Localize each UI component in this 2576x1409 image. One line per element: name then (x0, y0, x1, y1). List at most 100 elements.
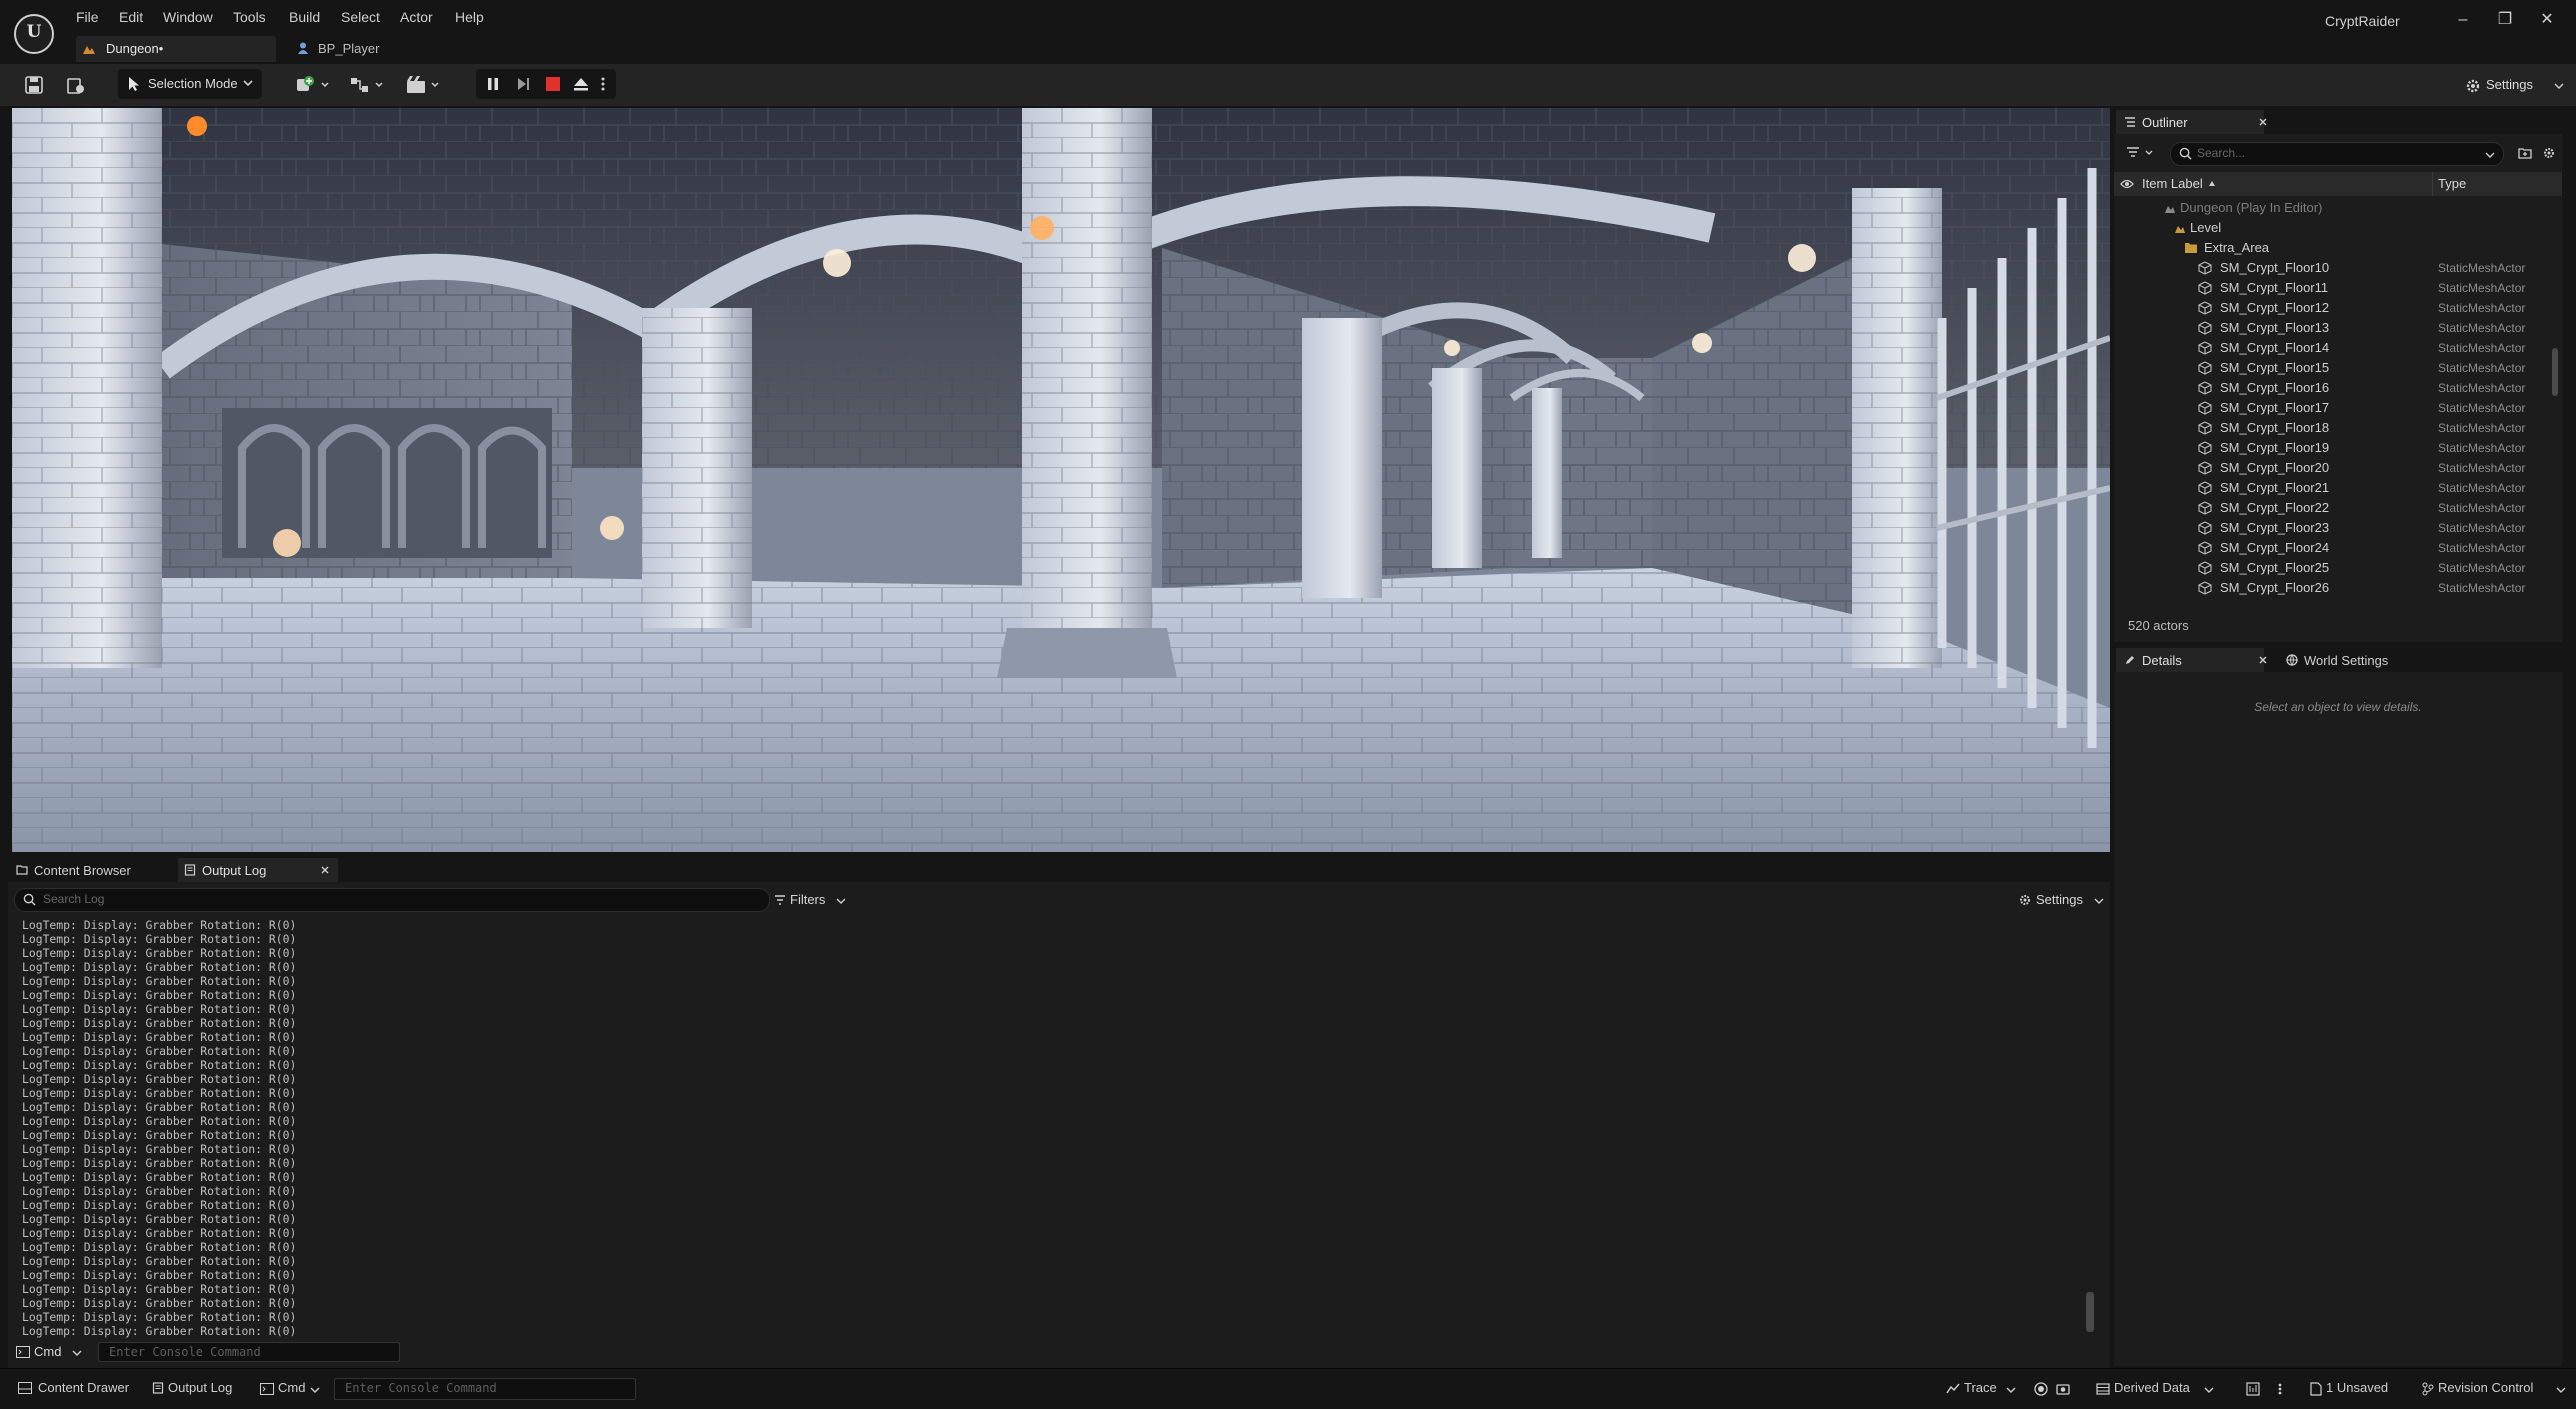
chevron-down-icon (2204, 1387, 2214, 1393)
more-options-icon[interactable] (2276, 1382, 2284, 1396)
console-command-input[interactable]: Enter Console Command (334, 1378, 636, 1400)
log-search-input[interactable]: Search Log (14, 888, 770, 912)
tree-item-world[interactable]: Dungeon (Play In Editor) (2114, 198, 2562, 218)
actor-type: StaticMeshActor (2438, 301, 2526, 315)
eye-icon[interactable] (2120, 178, 2134, 190)
log-line: LogTemp: Display: Grabber Rotation: R(0) (22, 1310, 297, 1324)
source-control-icon[interactable] (64, 73, 88, 97)
add-actor-icon[interactable] (294, 73, 334, 97)
actor-row[interactable]: SM_Crypt_Floor23 StaticMeshActor (2114, 518, 2562, 538)
gear-icon[interactable] (2542, 146, 2556, 160)
actor-row[interactable]: SM_Crypt_Floor13 StaticMeshActor (2114, 318, 2562, 338)
actor-row[interactable]: SM_Crypt_Floor14 StaticMeshActor (2114, 338, 2562, 358)
close-icon[interactable] (2258, 655, 2268, 665)
content-drawer-button[interactable]: Content Drawer (10, 1369, 130, 1409)
record-icon[interactable] (2034, 1382, 2048, 1396)
tab-world-settings[interactable]: World Settings (2280, 648, 2430, 672)
new-folder-icon[interactable] (2518, 146, 2532, 160)
tree-item-folder[interactable]: Extra_Area (2114, 238, 2562, 258)
unreal-logo-icon[interactable]: U (14, 14, 54, 54)
tab-details[interactable]: Details (2116, 648, 2267, 672)
cmd-dropdown[interactable]: Cmd (14, 1342, 86, 1362)
doc-tab-dungeon[interactable]: Dungeon• (76, 36, 276, 62)
actor-row[interactable]: SM_Crypt_Floor16 StaticMeshActor (2114, 378, 2562, 398)
chevron-down-icon (2556, 1387, 2566, 1393)
actor-row[interactable]: SM_Crypt_Floor19 StaticMeshActor (2114, 438, 2562, 458)
eject-icon[interactable] (572, 75, 590, 93)
menu-help[interactable]: Help (455, 9, 484, 25)
console-command-input[interactable]: Enter Console Command (98, 1342, 400, 1362)
actor-row[interactable]: SM_Crypt_Floor18 StaticMeshActor (2114, 418, 2562, 438)
cmd-dropdown[interactable]: Cmd (256, 1369, 326, 1409)
revision-control-dropdown[interactable]: Revision Control (2420, 1369, 2570, 1409)
actor-row[interactable]: SM_Crypt_Floor22 StaticMeshActor (2114, 498, 2562, 518)
minimize-icon[interactable]: – (2448, 6, 2478, 34)
level-icon (83, 46, 95, 54)
actor-row[interactable]: SM_Crypt_Floor15 StaticMeshActor (2114, 358, 2562, 378)
close-icon[interactable] (320, 865, 330, 875)
menu-actor[interactable]: Actor (400, 9, 433, 25)
menu-select[interactable]: Select (341, 9, 380, 25)
menu-file[interactable]: File (76, 9, 99, 25)
tab-outliner[interactable]: Outliner (2116, 110, 2267, 134)
log-line: LogTemp: Display: Grabber Rotation: R(0) (22, 1058, 297, 1072)
column-item-label[interactable]: Item Label (2142, 176, 2203, 191)
pause-icon[interactable] (484, 75, 502, 93)
more-options-icon[interactable] (598, 75, 608, 93)
close-window-icon[interactable]: ✕ (2532, 6, 2562, 34)
status-bar: Content Drawer Output Log Cmd Enter Cons… (0, 1368, 2576, 1409)
actor-row[interactable]: SM_Crypt_Floor17 StaticMeshActor (2114, 398, 2562, 418)
menu-tools[interactable]: Tools (233, 9, 266, 25)
actor-row[interactable]: SM_Crypt_Floor24 StaticMeshActor (2114, 538, 2562, 558)
tab-label: Details (2142, 653, 2182, 668)
play-controls (476, 69, 616, 99)
actor-row[interactable]: SM_Crypt_Floor11 StaticMeshActor (2114, 278, 2562, 298)
log-settings-button[interactable]: Settings (2018, 890, 2104, 910)
actor-row[interactable]: SM_Crypt_Floor21 StaticMeshActor (2114, 478, 2562, 498)
derived-data-dropdown[interactable]: Derived Data (2094, 1369, 2218, 1409)
title-bar: U File Edit Window Tools Build Select Ac… (0, 0, 2576, 64)
search-icon (2179, 147, 2192, 160)
dungeon-scene-render[interactable] (12, 108, 2110, 852)
log-line: LogTemp: Display: Grabber Rotation: R(0) (22, 1016, 297, 1030)
tree-item-level[interactable]: Level (2114, 218, 2562, 238)
source-control-status-icon[interactable] (2246, 1382, 2260, 1396)
save-icon[interactable] (22, 73, 46, 97)
selection-mode-dropdown[interactable]: Selection Mode (118, 69, 262, 99)
output-log-button[interactable]: Output Log (148, 1369, 248, 1409)
tab-content-browser[interactable]: Content Browser (10, 858, 174, 882)
trace-dropdown[interactable]: Trace (1944, 1369, 2024, 1409)
column-type[interactable]: Type (2438, 176, 2466, 191)
cinematics-icon[interactable] (404, 73, 444, 97)
tree-item-label: Dungeon (Play In Editor) (2180, 200, 2323, 215)
restore-icon[interactable]: ❐ (2490, 6, 2520, 34)
actor-row[interactable]: SM_Crypt_Floor12 StaticMeshActor (2114, 298, 2562, 318)
actor-row[interactable]: SM_Crypt_Floor20 StaticMeshActor (2114, 458, 2562, 478)
world-icon (2165, 206, 2175, 213)
screenshot-icon[interactable] (2056, 1382, 2070, 1396)
outliner-search-input[interactable]: Search... (2170, 142, 2504, 166)
doc-tab-bp-player[interactable]: BP_Player (292, 36, 412, 62)
actor-row[interactable]: SM_Crypt_Floor10 StaticMeshActor (2114, 258, 2562, 278)
unsaved-button[interactable]: 1 Unsaved (2308, 1369, 2404, 1409)
actor-row[interactable]: SM_Crypt_Floor25 StaticMeshActor (2114, 558, 2562, 578)
log-line: LogTemp: Display: Grabber Rotation: R(0) (22, 946, 297, 960)
actor-type: StaticMeshActor (2438, 541, 2526, 555)
filter-icon[interactable] (2126, 146, 2156, 160)
close-icon[interactable] (2258, 117, 2268, 127)
step-frame-icon[interactable] (514, 75, 532, 93)
blueprints-icon[interactable] (348, 73, 388, 97)
outliner-scrollbar[interactable] (2552, 348, 2558, 396)
log-scrollbar[interactable] (2086, 1292, 2094, 1332)
menu-edit[interactable]: Edit (119, 9, 143, 25)
branch-icon (2422, 1382, 2434, 1396)
tab-output-log[interactable]: Output Log (178, 858, 338, 882)
actor-count: 520 actors (2128, 618, 2189, 633)
search-placeholder: Search Log (43, 892, 105, 906)
log-output[interactable]: LogTemp: Display: Grabber Rotation: R(0)… (22, 918, 1322, 1340)
stop-icon[interactable] (544, 75, 562, 93)
menu-window[interactable]: Window (163, 9, 213, 25)
menu-build[interactable]: Build (289, 9, 320, 25)
level-viewport[interactable] (12, 108, 2110, 852)
actor-row[interactable]: SM_Crypt_Floor26 StaticMeshActor (2114, 578, 2562, 598)
